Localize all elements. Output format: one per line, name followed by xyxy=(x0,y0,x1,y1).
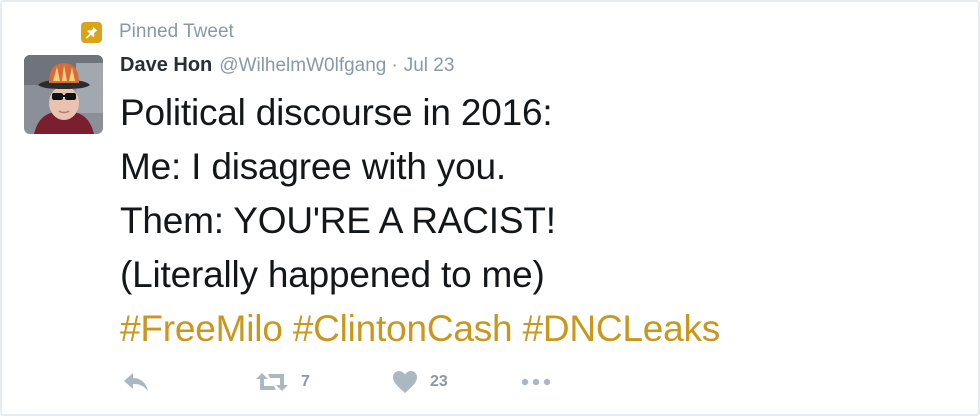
tweet-line: (Literally happened to me) xyxy=(120,254,545,295)
tweet-line: Political discourse in 2016: xyxy=(120,92,553,133)
tweet-card[interactable]: Pinned Tweet Dave Hon @WilhelmW0lfgang ·… xyxy=(0,0,980,416)
tweet-text: Political discourse in 2016: Me: I disag… xyxy=(120,86,960,356)
user-handle[interactable]: @WilhelmW0lfgang xyxy=(219,55,386,77)
tweet-line: Me: I disagree with you. xyxy=(120,146,506,187)
heart-icon xyxy=(392,370,418,394)
hashtag-line: #FreeMilo #ClintonCash #DNCLeaks xyxy=(120,302,960,356)
retweet-button[interactable]: 7 xyxy=(255,368,310,396)
hashtag-dncleaks[interactable]: #DNCLeaks xyxy=(522,308,720,349)
retweet-icon xyxy=(255,371,289,393)
retweet-count: 7 xyxy=(301,373,310,390)
hashtag-clintoncash[interactable]: #ClintonCash xyxy=(293,308,513,349)
more-button[interactable] xyxy=(520,368,552,396)
tweet-header: Dave Hon @WilhelmW0lfgang · Jul 23 xyxy=(120,54,454,82)
like-count: 23 xyxy=(430,373,448,390)
separator: · xyxy=(391,55,398,76)
pin-icon xyxy=(81,21,102,43)
display-name[interactable]: Dave Hon xyxy=(120,54,212,77)
avatar[interactable] xyxy=(24,55,103,134)
tweet-actions: 7 23 xyxy=(122,368,722,396)
pinned-label: Pinned Tweet xyxy=(119,21,234,42)
hashtag-freemilo[interactable]: #FreeMilo xyxy=(120,308,283,349)
like-button[interactable]: 23 xyxy=(392,368,448,396)
more-icon xyxy=(520,377,552,387)
reply-icon xyxy=(122,371,150,393)
pinned-indicator: Pinned Tweet xyxy=(81,20,234,44)
reply-button[interactable] xyxy=(122,368,150,396)
tweet-line: Them: YOU'RE A RACIST! xyxy=(120,200,556,241)
tweet-date[interactable]: Jul 23 xyxy=(404,55,455,77)
